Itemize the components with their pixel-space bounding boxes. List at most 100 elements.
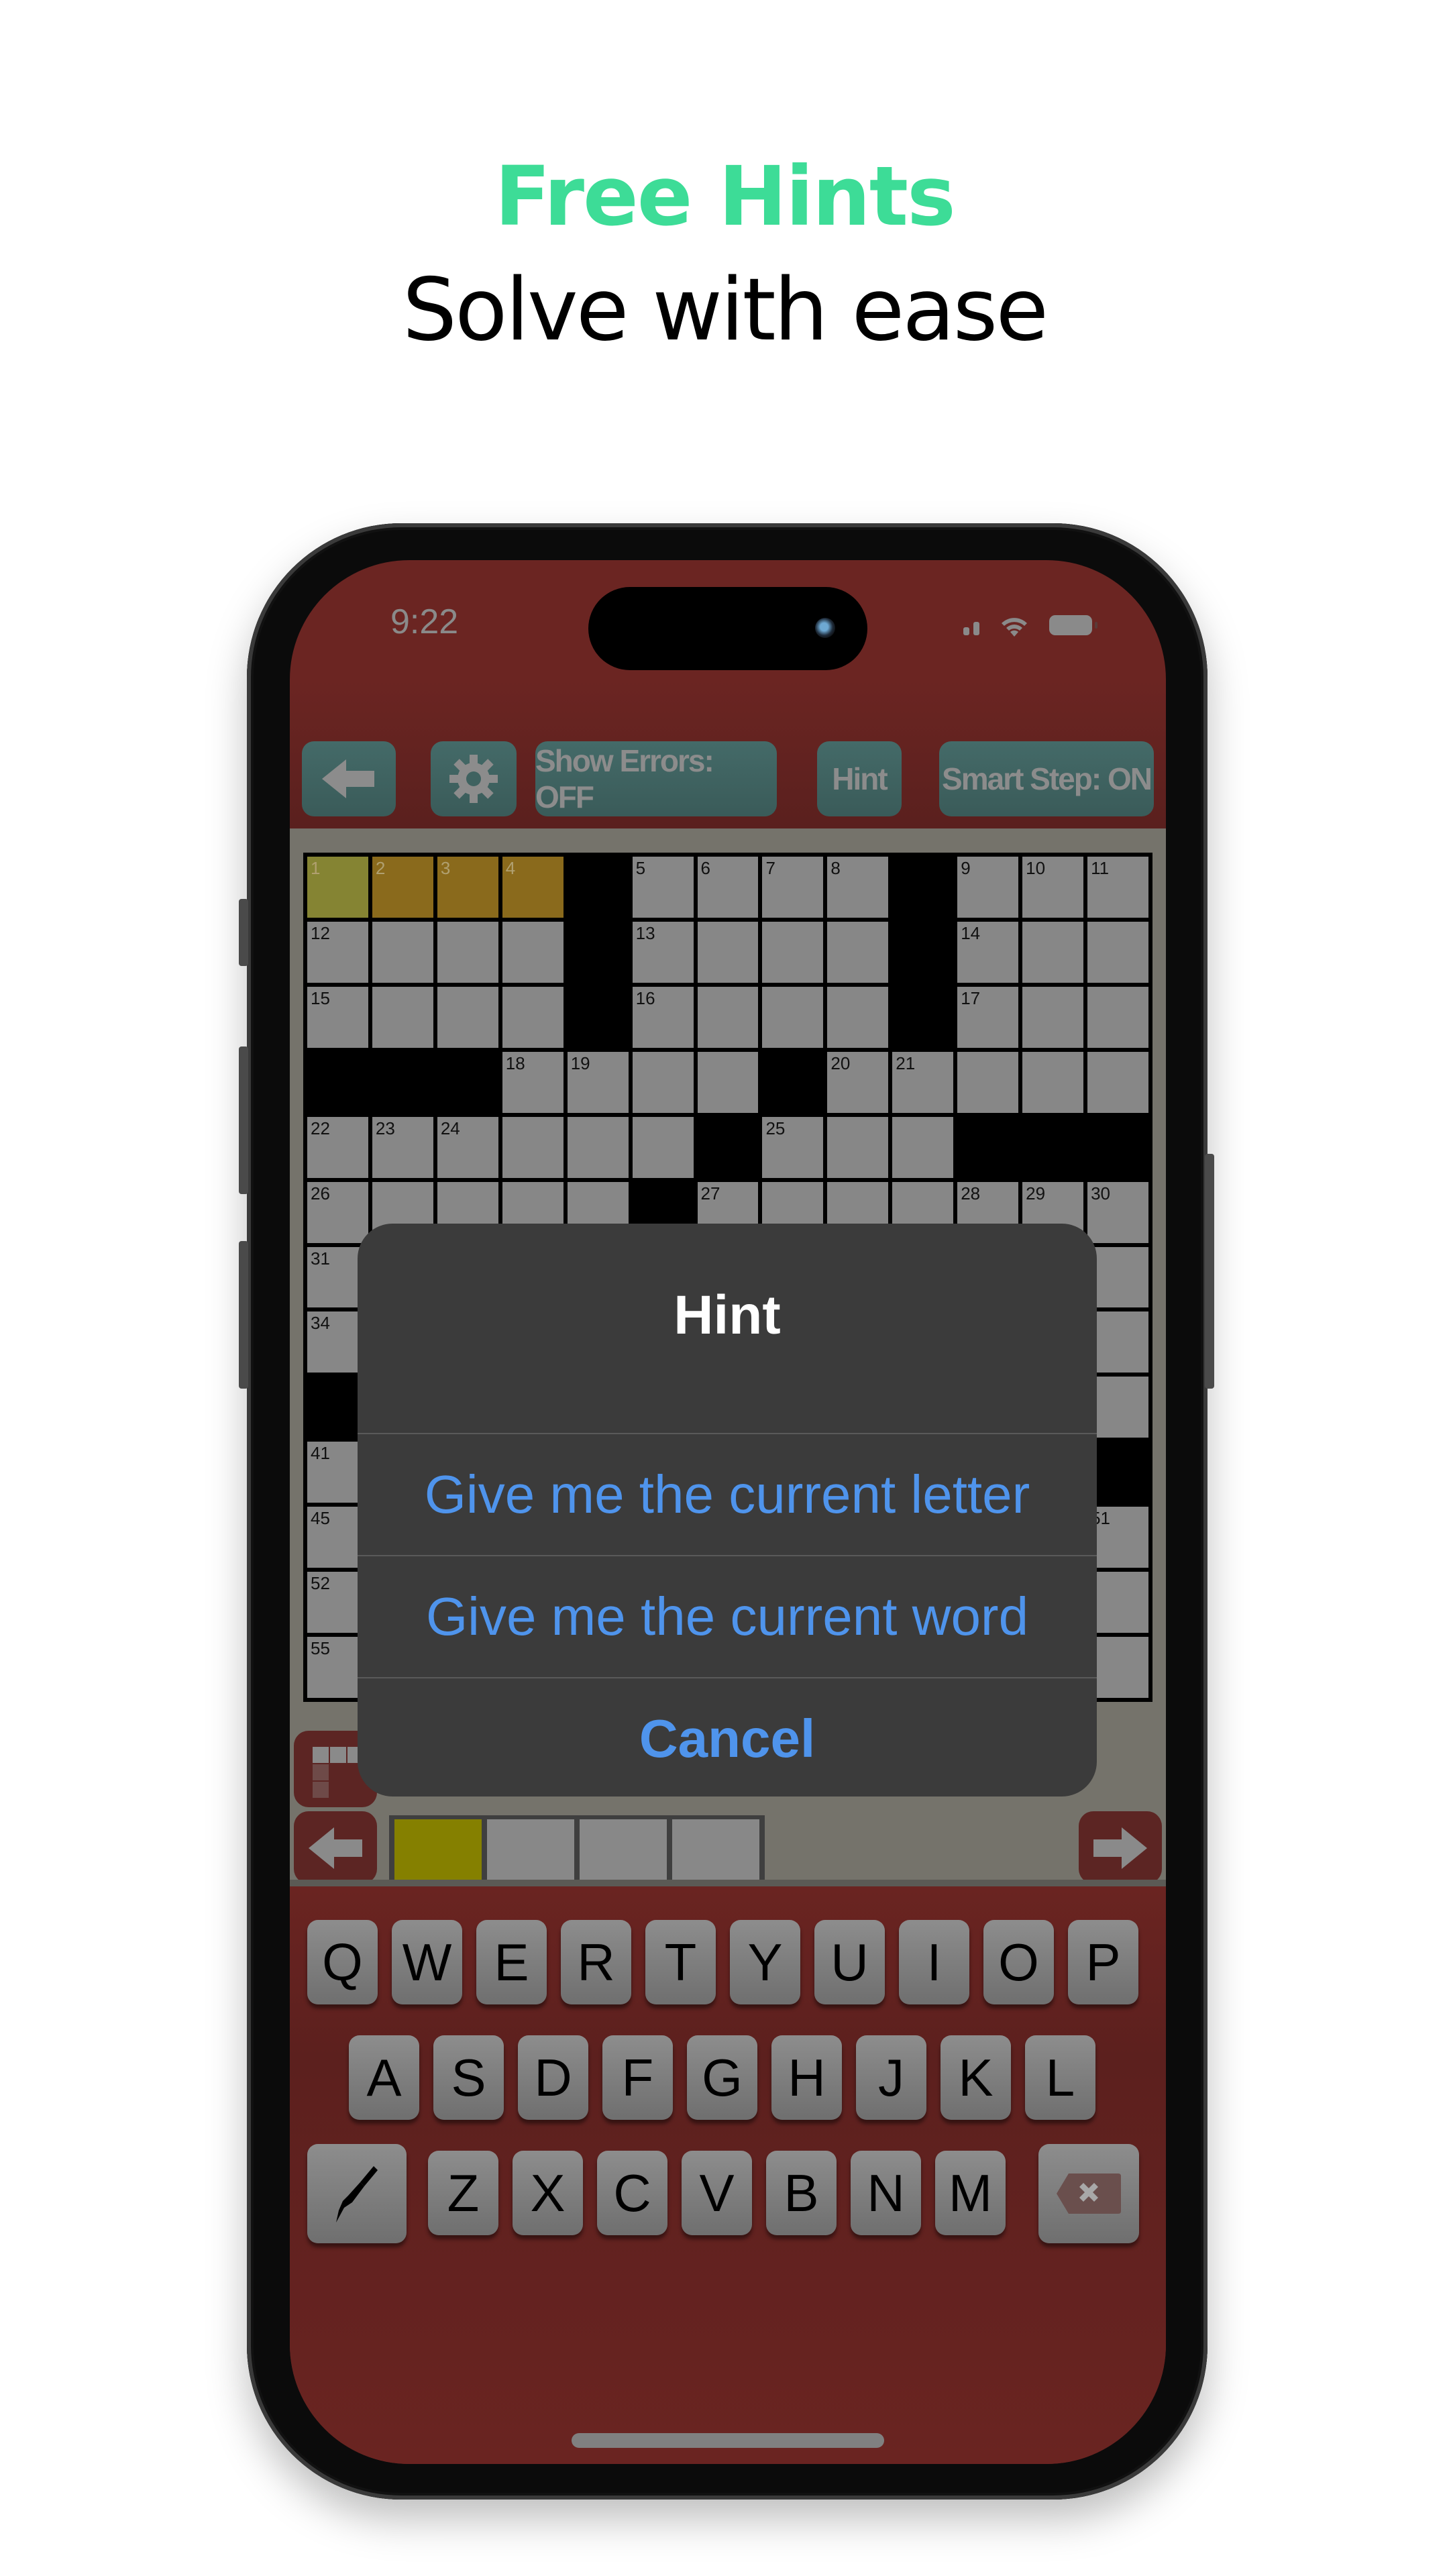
key-h[interactable]: H (771, 2035, 842, 2120)
key-y[interactable]: Y (730, 1920, 800, 2004)
key-o[interactable]: O (983, 1920, 1054, 2004)
grid-cell[interactable]: 19 (567, 1051, 629, 1113)
grid-cell-active-word[interactable]: 4 (502, 857, 564, 918)
grid-cell[interactable] (1087, 1051, 1148, 1113)
grid-cell[interactable]: 9 (957, 857, 1019, 918)
key-e[interactable]: E (476, 1920, 547, 2004)
key-a[interactable]: A (349, 2035, 419, 2120)
key-v[interactable]: V (682, 2151, 752, 2235)
grid-cell[interactable]: 26 (307, 1181, 368, 1243)
grid-cell[interactable] (567, 1116, 629, 1178)
grid-cell[interactable] (1087, 986, 1148, 1048)
grid-cell[interactable] (697, 986, 759, 1048)
grid-cell[interactable]: 24 (437, 1116, 498, 1178)
grid-cell[interactable]: 22 (307, 1116, 368, 1178)
back-button[interactable] (302, 741, 396, 816)
key-i[interactable]: I (899, 1920, 969, 2004)
grid-cell[interactable]: 15 (307, 986, 368, 1048)
grid-cell[interactable] (632, 1051, 694, 1113)
grid-cell[interactable] (437, 921, 498, 983)
grid-cell[interactable]: 16 (632, 986, 694, 1048)
wifi-icon (1002, 618, 1027, 637)
grid-cell[interactable] (762, 986, 824, 1048)
grid-cell[interactable]: 13 (632, 921, 694, 983)
give-current-letter-button[interactable]: Give me the current letter (358, 1433, 1097, 1555)
grid-cell[interactable]: 11 (1087, 857, 1148, 918)
key-z[interactable]: Z (428, 2151, 498, 2235)
grid-cell[interactable] (1022, 921, 1084, 983)
grid-cell[interactable] (892, 1116, 954, 1178)
home-indicator[interactable] (572, 2433, 884, 2448)
key-k[interactable]: K (941, 2035, 1011, 2120)
grid-cell[interactable] (372, 921, 433, 983)
grid-cell[interactable]: 25 (762, 1116, 824, 1178)
key-q[interactable]: Q (307, 1920, 378, 2004)
key-d[interactable]: D (518, 2035, 588, 2120)
grid-cell-active-word[interactable]: 2 (372, 857, 433, 918)
grid-cell[interactable] (437, 986, 498, 1048)
key-p[interactable]: P (1068, 1920, 1138, 2004)
grid-cell[interactable]: 20 (827, 1051, 889, 1113)
grid-cell[interactable]: 5 (632, 857, 694, 918)
pen-mode-key[interactable] (307, 2144, 407, 2243)
key-g[interactable]: G (687, 2035, 757, 2120)
cellular-signal-icon (963, 615, 979, 635)
key-x[interactable]: X (513, 2151, 583, 2235)
grid-cell[interactable] (1087, 921, 1148, 983)
grid-cell[interactable] (632, 1116, 694, 1178)
cancel-button[interactable]: Cancel (358, 1677, 1097, 1796)
show-errors-toggle[interactable]: Show Errors: OFF (535, 741, 777, 816)
key-b[interactable]: B (766, 2151, 837, 2235)
next-word-button[interactable] (1079, 1811, 1162, 1884)
clue-number: 3 (440, 858, 451, 878)
grid-cell[interactable] (1022, 986, 1084, 1048)
key-j[interactable]: J (856, 2035, 926, 2120)
grid-cell[interactable] (502, 1116, 564, 1178)
grid-cell[interactable] (697, 1051, 759, 1113)
grid-cell[interactable] (827, 1116, 889, 1178)
previous-word-button[interactable] (294, 1811, 377, 1884)
key-r[interactable]: R (561, 1920, 631, 2004)
key-w[interactable]: W (392, 1920, 462, 2004)
clue-number: 52 (311, 1573, 330, 1594)
clue-number: 19 (570, 1053, 590, 1073)
settings-button[interactable] (431, 741, 517, 816)
grid-cell[interactable] (502, 986, 564, 1048)
grid-cell[interactable]: 12 (307, 921, 368, 983)
key-f[interactable]: F (602, 2035, 673, 2120)
grid-cell[interactable]: 21 (892, 1051, 954, 1113)
grid-cell[interactable]: 17 (957, 986, 1019, 1048)
grid-cell[interactable]: 7 (762, 857, 824, 918)
key-m[interactable]: M (935, 2151, 1006, 2235)
smart-step-toggle[interactable]: Smart Step: ON (939, 741, 1154, 816)
grid-cell[interactable] (1022, 1051, 1084, 1113)
delete-key[interactable] (1038, 2144, 1139, 2243)
grid-cell[interactable] (957, 1051, 1019, 1113)
give-current-word-button[interactable]: Give me the current word (358, 1555, 1097, 1677)
clue-number: 26 (311, 1183, 330, 1203)
volume-up-button (239, 1046, 248, 1194)
grid-cell-selected[interactable]: 1 (307, 857, 368, 918)
grid-cell[interactable]: 6 (697, 857, 759, 918)
grid-cell[interactable]: 14 (957, 921, 1019, 983)
key-l[interactable]: L (1025, 2035, 1095, 2120)
action-button (239, 899, 248, 966)
grid-cell[interactable]: 23 (372, 1116, 433, 1178)
key-n[interactable]: N (851, 2151, 921, 2235)
grid-cell[interactable] (372, 986, 433, 1048)
grid-cell[interactable] (762, 921, 824, 983)
key-u[interactable]: U (814, 1920, 885, 2004)
grid-cell[interactable]: 18 (502, 1051, 564, 1113)
hint-button[interactable]: Hint (817, 741, 902, 816)
key-t[interactable]: T (645, 1920, 716, 2004)
grid-cell-active-word[interactable]: 3 (437, 857, 498, 918)
grid-cell[interactable]: 10 (1022, 857, 1084, 918)
key-c[interactable]: C (597, 2151, 667, 2235)
grid-cell[interactable] (502, 921, 564, 983)
grid-cell[interactable] (697, 921, 759, 983)
grid-cell[interactable] (827, 921, 889, 983)
grid-cell[interactable] (827, 986, 889, 1048)
grid-cell[interactable]: 30 (1087, 1181, 1148, 1243)
key-s[interactable]: S (433, 2035, 504, 2120)
grid-cell[interactable]: 8 (827, 857, 889, 918)
